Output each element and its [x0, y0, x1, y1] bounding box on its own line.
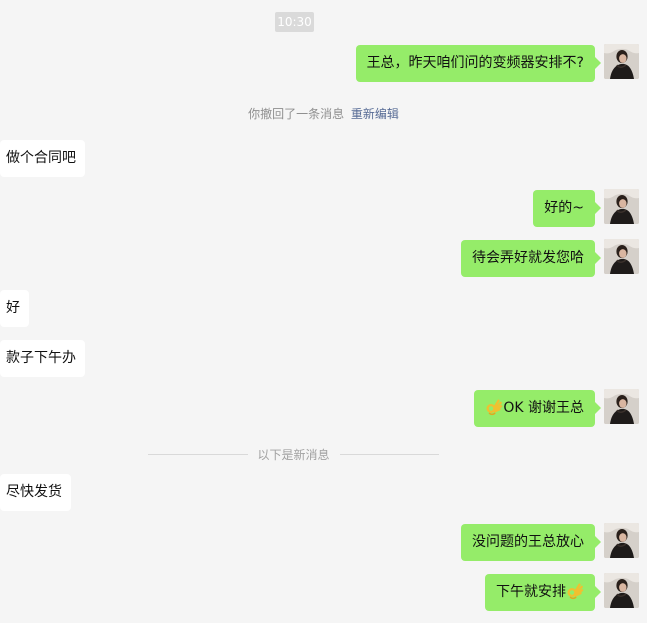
avatar[interactable]	[604, 189, 639, 224]
message-bubble[interactable]: 做个合同吧	[0, 140, 85, 177]
system-message: 你撤回了一条消息	[248, 107, 345, 121]
avatar[interactable]	[604, 573, 639, 608]
message-bubble[interactable]: 好	[0, 290, 29, 327]
message-row-out: 下午就安排	[0, 573, 647, 611]
ok-hand-emoji	[566, 582, 584, 600]
message-row-in: 尽快发货	[0, 474, 647, 511]
message-bubble[interactable]: OK 谢谢王总	[474, 390, 601, 427]
message-bubble[interactable]: 款子下午办	[0, 340, 85, 377]
avatar[interactable]	[604, 389, 639, 424]
message-bubble[interactable]: 下午就安排	[485, 574, 601, 611]
re-edit-link[interactable]: 重新编辑	[351, 107, 399, 121]
message-bubble[interactable]: 待会弄好就发您哈	[461, 240, 601, 277]
avatar[interactable]	[604, 44, 639, 79]
message-bubble[interactable]: 王总，昨天咱们问的变频器安排不?	[355, 45, 602, 82]
message-row-out: 王总，昨天咱们问的变频器安排不?	[0, 44, 647, 82]
divider-line	[148, 453, 248, 455]
message-row-in: 款子下午办	[0, 340, 647, 377]
message-row-out: 待会弄好就发您哈	[0, 239, 647, 277]
message-bubble[interactable]: 没问题的王总放心	[461, 524, 601, 561]
new-messages-divider: 以下是新消息	[148, 446, 440, 462]
avatar[interactable]	[604, 239, 639, 274]
message-bubble[interactable]: 尽快发货	[0, 474, 71, 511]
message-bubble[interactable]: 好的~	[533, 190, 601, 227]
message-row-out: 没问题的王总放心	[0, 523, 647, 561]
timestamp: 10:30	[275, 12, 314, 32]
message-row-out: 好的~	[0, 189, 647, 227]
message-row-in: 好	[0, 290, 647, 327]
ok-hand-emoji	[485, 398, 503, 416]
message-text: 下午就安排	[496, 584, 566, 600]
divider-label: 以下是新消息	[257, 447, 330, 462]
divider-line	[339, 453, 440, 455]
message-text: OK 谢谢王总	[503, 400, 584, 416]
chat-window: 10:30 王总，昨天咱们问的变频器安排不? 你撤回了一条消息 重新编辑 做个合…	[0, 0, 647, 623]
recalled-message-notice: 你撤回了一条消息 重新编辑	[0, 105, 647, 122]
message-row-in: 做个合同吧	[0, 140, 647, 177]
avatar[interactable]	[604, 523, 639, 558]
message-row-out: OK 谢谢王总	[0, 389, 647, 427]
